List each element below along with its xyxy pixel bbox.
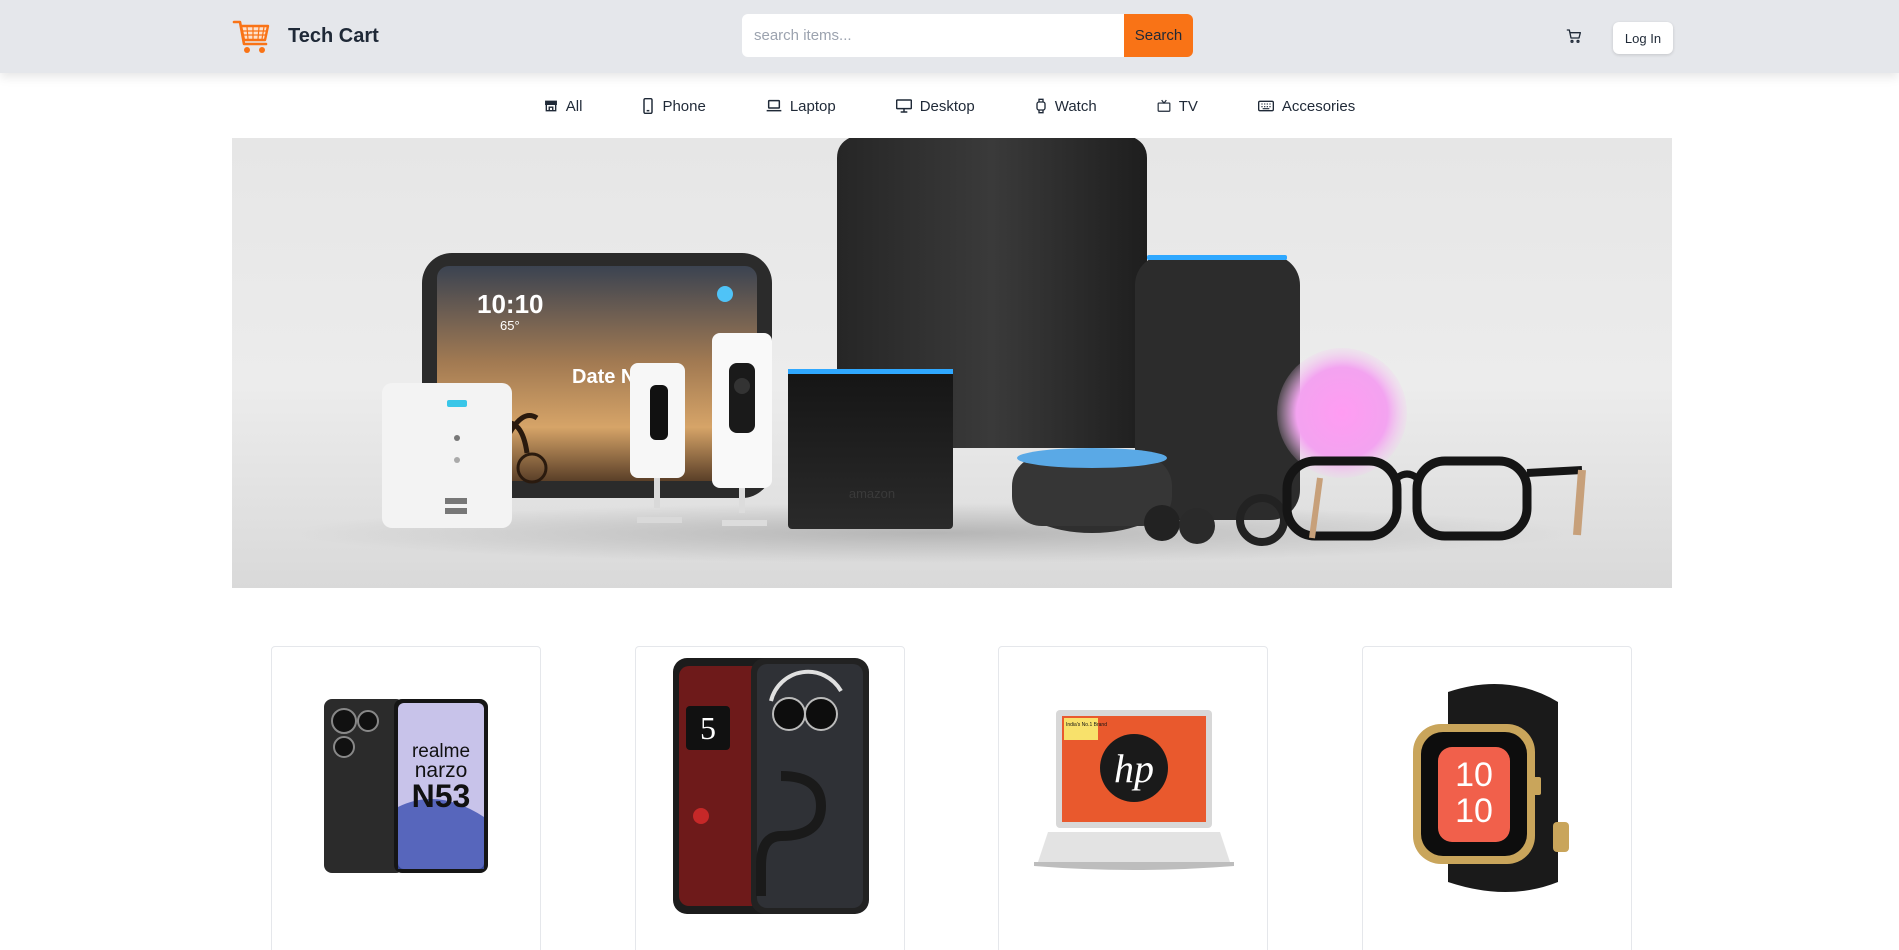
product-card[interactable]: 10 10 [1362, 646, 1632, 950]
nav-label: Watch [1054, 97, 1097, 115]
product-image-text: N53 [412, 778, 471, 814]
product-image: realme narzo N53 [272, 647, 542, 927]
nav-item-laptop[interactable]: Laptop [766, 98, 836, 115]
cart-icon [1566, 29, 1581, 43]
cart-button[interactable] [1564, 26, 1584, 46]
login-button[interactable]: Log In [1613, 22, 1673, 54]
hero-screen-temp: 65° [500, 318, 520, 333]
nav-item-desktop[interactable]: Desktop [895, 97, 975, 115]
nav-label: Phone [662, 97, 706, 115]
nav-item-tv[interactable]: TV [1157, 98, 1198, 115]
laptop-icon [766, 99, 782, 112]
category-nav: All Phone Laptop Desktop Watch TV Acceso… [0, 92, 1899, 120]
product-card[interactable]: realme narzo N53 [271, 646, 541, 950]
product-card[interactable]: hp India's No.1 Brand [998, 646, 1268, 950]
product-image: 10 10 [1363, 647, 1633, 927]
laptop-product-image: hp India's No.1 Brand [1034, 710, 1234, 870]
top-header: Tech Cart Search Log In [0, 0, 1899, 73]
product-image-text: 5 [700, 710, 716, 746]
brand-name: Tech Cart [288, 24, 379, 47]
product-image: 5 [636, 647, 906, 927]
phone-product-image: realme narzo N53 [324, 699, 488, 873]
watch-product-image: 10 10 [1413, 684, 1569, 892]
nav-label: Desktop [919, 97, 975, 115]
nav-label: Accesories [1281, 97, 1356, 115]
nav-label: Laptop [789, 97, 836, 115]
search-bar: Search [742, 14, 1193, 57]
brand[interactable]: Tech Cart [232, 16, 379, 56]
store-icon [544, 100, 557, 112]
hero-banner[interactable]: 10:10 65° Date N amazon [232, 138, 1672, 588]
product-image-text: 10 [1455, 756, 1493, 794]
phone-icon [643, 98, 654, 114]
shopping-cart-logo-icon [232, 20, 270, 53]
phone-product-image: 5 [673, 658, 869, 914]
nav-label: All [565, 97, 583, 115]
nav-label: TV [1178, 97, 1198, 115]
product-image-text: 10 [1455, 792, 1493, 830]
nav-item-accesories[interactable]: Accesories [1257, 97, 1356, 115]
watch-icon [1036, 98, 1046, 114]
desktop-icon [895, 99, 912, 113]
hero-device-brand: amazon [849, 486, 895, 501]
hero-screen-time: 10:10 [477, 289, 544, 319]
product-image-text: hp [1114, 746, 1154, 791]
product-image: hp India's No.1 Brand [999, 647, 1269, 927]
nav-item-phone[interactable]: Phone [642, 97, 706, 115]
hero-devices-image: 10:10 65° Date N amazon [292, 138, 1586, 563]
search-input[interactable] [742, 14, 1124, 57]
product-image-text: India's No.1 Brand [1066, 722, 1107, 728]
product-card[interactable]: 5 [635, 646, 905, 950]
nav-item-all[interactable]: All [544, 97, 583, 115]
keyboard-icon [1257, 100, 1274, 112]
search-button[interactable]: Search [1124, 14, 1193, 57]
nav-item-watch[interactable]: Watch [1035, 98, 1097, 115]
tv-icon [1157, 99, 1171, 112]
hero-screen-event: Date N [572, 366, 635, 388]
